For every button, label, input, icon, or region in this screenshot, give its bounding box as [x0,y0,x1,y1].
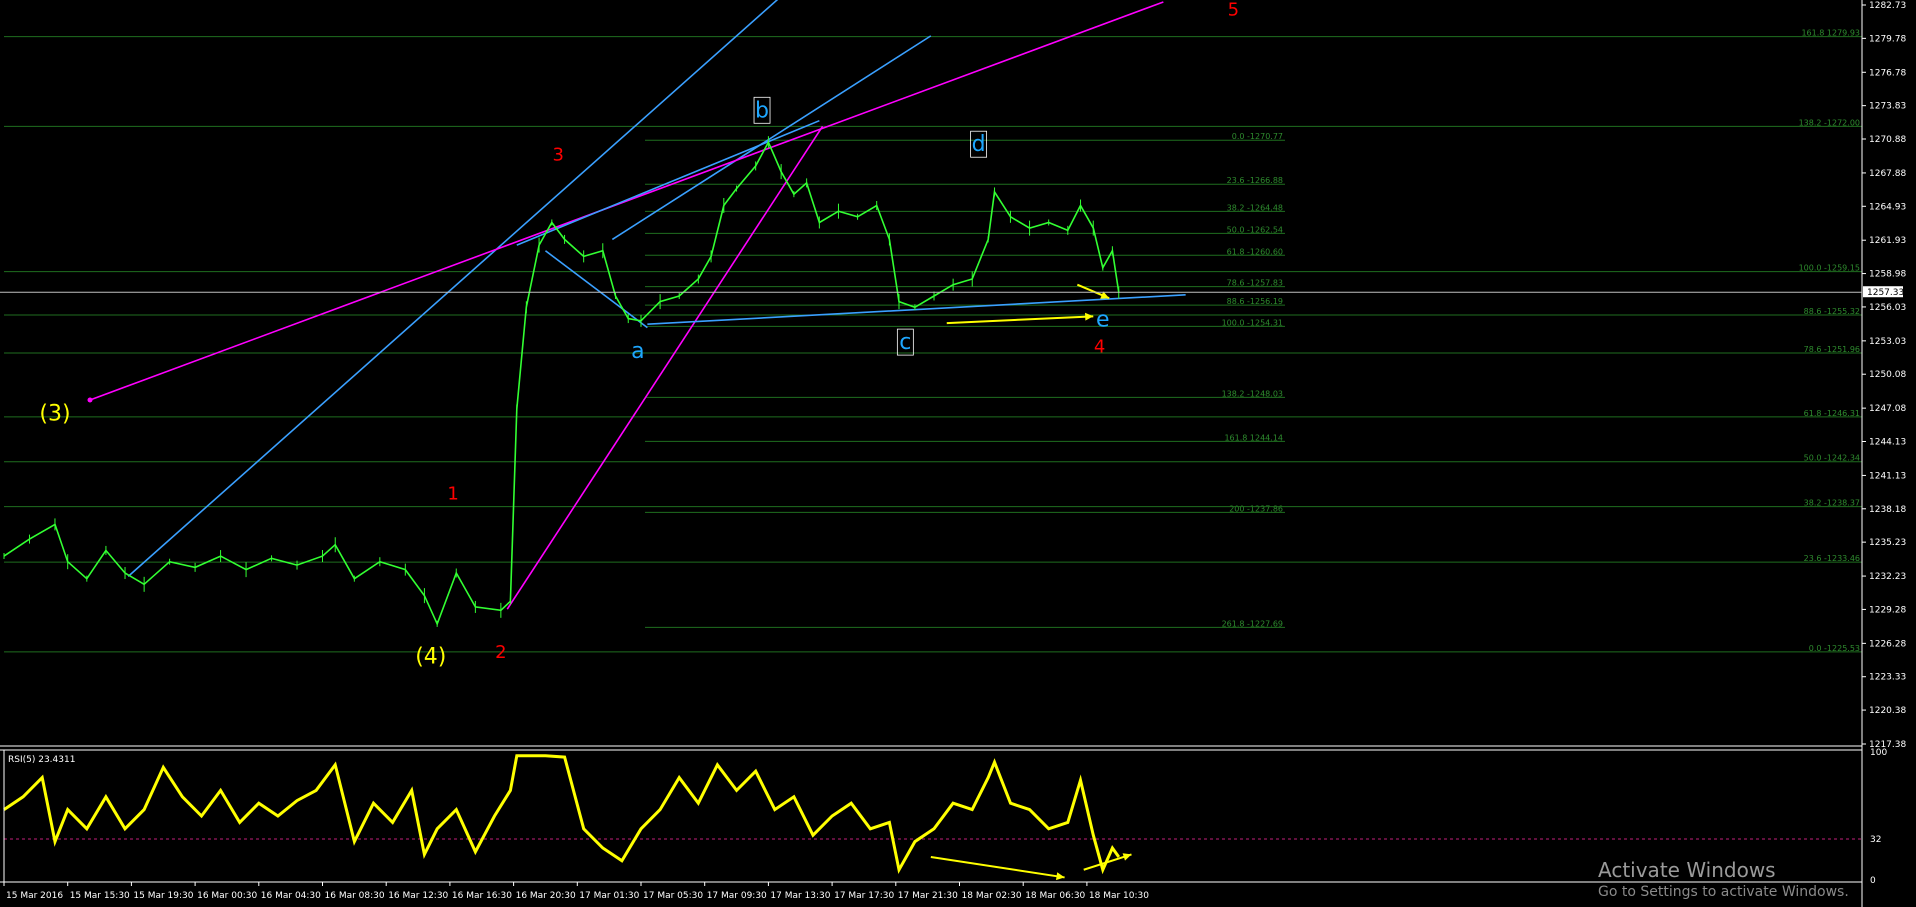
fib-extension-label: 88.6 -1255.32 [1804,307,1860,316]
wave-label: a [631,339,644,364]
fib-level-label: 100.0 -1254.31 [1222,318,1283,327]
wave-label: (4) [415,644,446,669]
time-tick-label: 17 Mar 09:30 [707,891,767,901]
wave-label: e [1096,307,1110,332]
price-tick-label: 1276.78 [1869,68,1906,78]
fib-extension-label: 38.2 -1238.37 [1804,499,1860,508]
price-tick-label: 1238.18 [1869,505,1906,515]
time-tick-label: 15 Mar 2016 [6,891,63,901]
price-tick-label: 1226.28 [1869,639,1906,649]
price-tick-label: 1241.13 [1869,471,1906,481]
price-tick-label: 1256.03 [1869,303,1906,313]
time-tick-label: 18 Mar 06:30 [1025,891,1085,901]
price-tick-label: 1250.08 [1869,370,1906,380]
fib-extension-label: 78.6 -1251.96 [1804,345,1860,354]
time-tick-label: 17 Mar 21:30 [898,891,958,901]
price-tick-label: 1220.38 [1869,706,1906,716]
price-tick-label: 1258.98 [1869,270,1906,280]
current-price-label: 1257.33 [1867,288,1904,298]
fib-level-label: 138.2 -1248.03 [1222,389,1283,398]
rsi-label: RSI(5) 23.4311 [8,755,75,765]
time-tick-label: 17 Mar 13:30 [770,891,830,901]
time-tick-label: 16 Mar 20:30 [516,891,576,901]
price-tick-label: 1223.33 [1869,673,1906,683]
time-tick-label: 16 Mar 08:30 [325,891,385,901]
wave-label: 1 [447,484,458,505]
time-tick-label: 15 Mar 15:30 [70,891,130,901]
fib-level-label: 200 -1237.86 [1229,504,1283,513]
price-tick-label: 1229.28 [1869,605,1906,615]
wave-label: b [755,98,769,123]
price-tick-label: 1267.88 [1869,169,1906,179]
price-tick-label: 1244.13 [1869,438,1906,448]
watermark-title: Activate Windows [1598,858,1776,882]
time-tick-label: 18 Mar 02:30 [962,891,1022,901]
price-tick-label: 1232.23 [1869,572,1906,582]
time-tick-label: 16 Mar 12:30 [388,891,448,901]
price-chart: 0.0 -1270.7723.6 -1266.8838.2 -1264.4850… [0,0,1916,907]
fib-level-label: 261.8 -1227.69 [1222,619,1283,628]
fib-level-label: 50.0 -1262.54 [1227,225,1283,234]
wave-label: 3 [552,144,563,165]
time-tick-label: 17 Mar 05:30 [643,891,703,901]
price-tick-label: 1253.03 [1869,337,1906,347]
fib-extension-label: 138.2 -1272.00 [1799,118,1860,127]
price-tick-label: 1261.93 [1869,236,1906,246]
fib-extension-label: 23.6 -1233.46 [1804,554,1860,563]
fib-extension-label: 50.0 -1242.34 [1804,454,1860,463]
time-tick-label: 18 Mar 10:30 [1089,891,1149,901]
price-tick-label: 1273.83 [1869,102,1906,112]
wave-label: 4 [1094,337,1105,358]
fib-extension-label: 161.8 1279.93 [1801,29,1860,38]
fib-extension-label: 0.0 -1225.53 [1809,644,1860,653]
fib-level-label: 88.6 -1256.19 [1227,297,1283,306]
fib-level-label: 61.8 -1260.60 [1227,247,1283,256]
time-tick-label: 17 Mar 01:30 [579,891,639,901]
price-tick-label: 1235.23 [1869,538,1906,548]
time-tick-label: 16 Mar 04:30 [261,891,321,901]
price-tick-label: 1264.93 [1869,202,1906,212]
time-tick-label: 16 Mar 16:30 [452,891,512,901]
price-tick-label: 1270.88 [1869,135,1906,145]
fib-level-label: 23.6 -1266.88 [1227,176,1283,185]
time-tick-label: 15 Mar 19:30 [133,891,193,901]
fib-level-label: 161.8 1244.14 [1224,433,1283,442]
trendline-anchor-point [87,397,93,403]
fib-level-label: 0.0 -1270.77 [1232,132,1283,141]
fib-level-label: 38.2 -1264.48 [1227,203,1283,212]
fib-extension-label: 100.0 -1259.15 [1799,264,1860,273]
rsi-tick-label: 0 [1870,876,1876,886]
watermark-subtitle: Go to Settings to activate Windows. [1598,884,1849,900]
wave-label: c [899,330,911,355]
price-tick-label: 1282.73 [1869,1,1906,11]
price-tick-label: 1217.38 [1869,740,1906,750]
wave-label: 2 [495,642,506,663]
price-tick-label: 1247.08 [1869,404,1906,414]
wave-label: 5 [1228,0,1239,21]
price-tick-label: 1279.78 [1869,34,1906,44]
time-tick-label: 17 Mar 17:30 [834,891,894,901]
fib-extension-label: 61.8 -1246.31 [1804,409,1860,418]
rsi-tick-label: 32 [1870,835,1881,845]
time-tick-label: 16 Mar 00:30 [197,891,257,901]
fib-level-label: 78.6 -1257.83 [1227,279,1283,288]
wave-label: (3) [39,401,70,426]
wave-label: d [972,132,986,157]
